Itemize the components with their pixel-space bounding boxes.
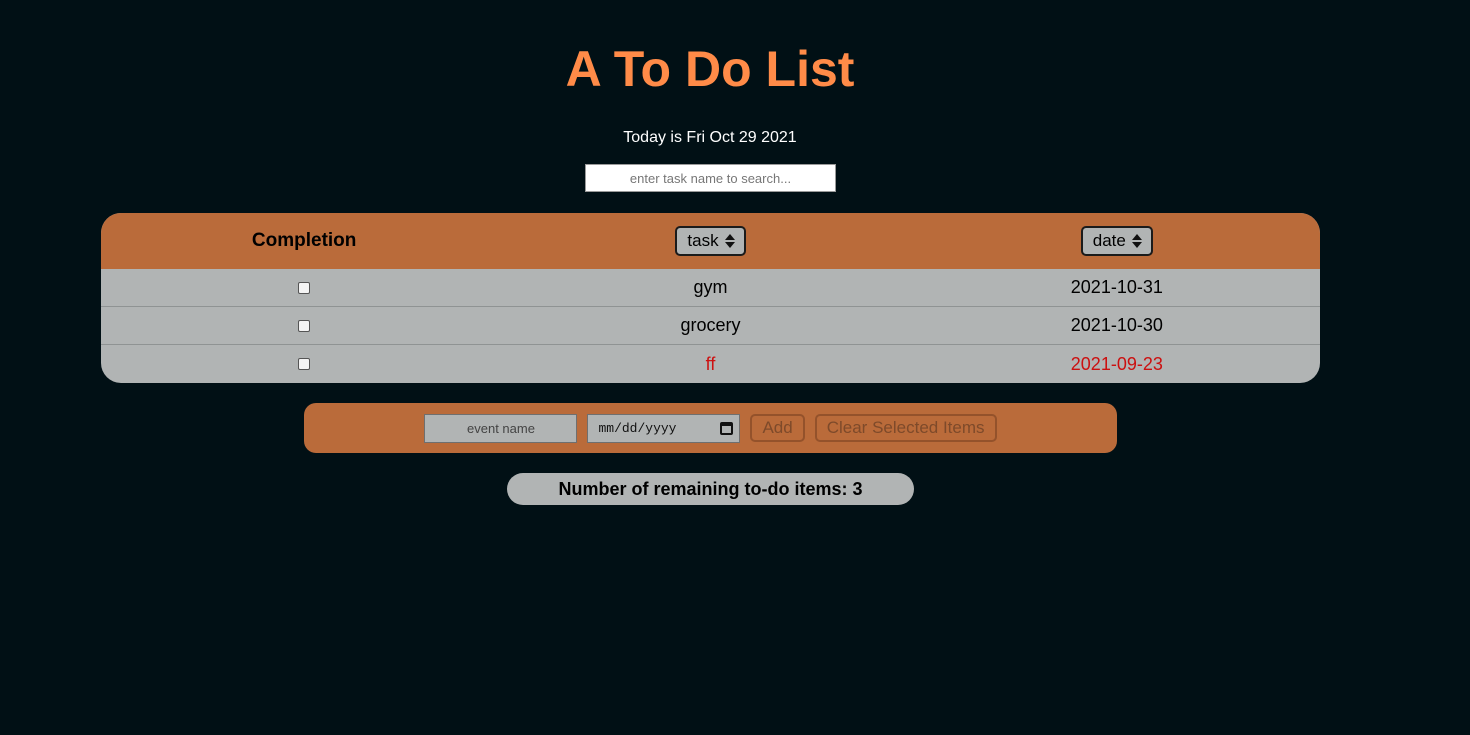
event-name-input[interactable] <box>424 413 578 443</box>
todo-table: Completion task date gym 2021-10-31 groc… <box>101 213 1320 383</box>
add-button[interactable]: Add <box>750 414 805 442</box>
remaining-count: 3 <box>852 478 863 499</box>
completion-checkbox[interactable] <box>298 281 311 294</box>
calendar-icon[interactable] <box>720 421 734 435</box>
sort-updown-icon <box>724 234 735 248</box>
task-date: 2021-09-23 <box>1070 353 1163 374</box>
task-cell: ff <box>507 354 913 375</box>
task-name: gym <box>693 277 728 297</box>
task-cell: gym <box>507 277 913 298</box>
completion-checkbox[interactable] <box>298 319 311 332</box>
task-date: 2021-10-30 <box>1070 315 1163 335</box>
table-row: gym 2021-10-31 <box>101 269 1320 307</box>
completion-checkbox[interactable] <box>298 358 311 370</box>
page-title: A To Do List <box>565 41 855 97</box>
header-completion-cell: Completion <box>101 230 507 252</box>
task-date: 2021-10-31 <box>1070 277 1163 297</box>
task-name: grocery <box>680 315 741 335</box>
search-input[interactable] <box>585 164 836 192</box>
clear-selected-button[interactable]: Clear Selected Items <box>814 414 997 442</box>
task-sort-select[interactable]: task <box>675 226 746 256</box>
remaining-label: Number of remaining to-do items: <box>558 478 848 499</box>
today-date-text: Today is Fri Oct 29 2021 <box>623 129 797 146</box>
date-cell: 2021-10-30 <box>914 315 1320 336</box>
remaining-count-badge: Number of remaining to-do items: 3 <box>507 473 914 505</box>
table-row-overdue: ff 2021-09-23 <box>101 345 1320 383</box>
date-sort-label: date <box>1092 231 1126 250</box>
page: A To Do List Today is Fri Oct 29 2021 Co… <box>0 0 1470 735</box>
task-cell: grocery <box>507 315 913 336</box>
date-sort-select[interactable]: date <box>1080 226 1153 256</box>
header-task-cell: task <box>507 226 913 256</box>
completion-cell <box>101 358 507 370</box>
completion-cell <box>101 281 507 294</box>
task-name: ff <box>705 353 716 374</box>
task-sort-label: task <box>687 231 719 250</box>
sort-updown-icon <box>1131 234 1142 248</box>
completion-cell <box>101 319 507 332</box>
date-cell: 2021-10-31 <box>914 277 1320 298</box>
table-header: Completion task date <box>101 213 1320 269</box>
date-input[interactable]: mm/dd/yyyy <box>587 413 741 443</box>
header-date-cell: date <box>914 226 1320 256</box>
date-cell: 2021-09-23 <box>914 354 1320 375</box>
date-input-placeholder: mm/dd/yyyy <box>598 420 677 436</box>
add-task-bar: mm/dd/yyyy Add Clear Selected Items <box>304 403 1117 453</box>
completion-column-label: Completion <box>251 230 357 251</box>
table-row: grocery 2021-10-30 <box>101 307 1320 345</box>
